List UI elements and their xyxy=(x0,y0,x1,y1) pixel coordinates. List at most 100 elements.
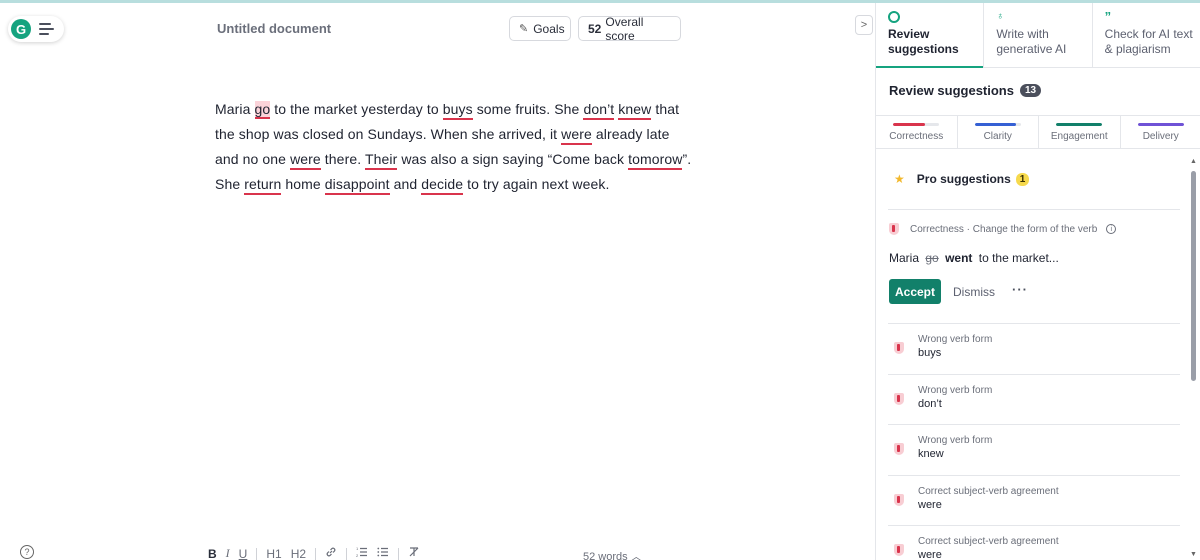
preview-removed: go xyxy=(925,251,939,265)
suggestion-item[interactable]: Correct subject-verb agreement were xyxy=(888,525,1180,560)
text-run: home xyxy=(281,176,325,192)
info-icon[interactable]: i xyxy=(1106,224,1117,234)
tab-ai-plagiarism[interactable]: ” Check for AI text & plagiarism xyxy=(1091,3,1200,67)
review-title: Review suggestions xyxy=(889,83,1014,98)
tab-label: Check for AI text & plagiarism xyxy=(1104,27,1193,56)
collapse-panel-button[interactable]: > xyxy=(855,15,873,35)
suggestion-type: Correct subject-verb agreement xyxy=(918,536,1059,547)
heading1-button[interactable]: H1 xyxy=(266,547,281,560)
category-label: Clarity xyxy=(983,131,1012,142)
menu-icon[interactable] xyxy=(39,22,55,36)
text-run: some fruits. She xyxy=(472,101,584,117)
bullet-list-icon xyxy=(377,547,389,557)
panel-tabs: Review suggestions ♁ Write with generati… xyxy=(876,3,1200,68)
review-suggestions-heading: Review suggestions 13 xyxy=(889,83,1042,98)
suggestion-type: Wrong verb form xyxy=(918,334,993,345)
suggestion-item[interactable]: Wrong verb form knew xyxy=(888,424,1180,474)
suggestion-card-header: Correctness · Change the form of the ver… xyxy=(889,223,1117,235)
text-run: to the market yesterday to xyxy=(270,101,443,117)
flagged-word[interactable]: knew xyxy=(618,101,652,120)
quote-icon: ” xyxy=(1104,9,1112,24)
pro-suggestions-header[interactable]: ★ Pro suggestions 1 xyxy=(894,172,1030,186)
goals-button[interactable]: ✎ Goals xyxy=(509,16,571,41)
suggestion-preview: Maria go went to the market... xyxy=(889,251,1059,265)
flagged-word[interactable]: return xyxy=(244,176,282,195)
tab-label: Review suggestions xyxy=(888,27,959,56)
flagged-word[interactable]: were xyxy=(561,126,592,145)
bullet-list-button[interactable] xyxy=(377,546,389,560)
category-delivery[interactable]: Delivery xyxy=(1119,116,1200,148)
correctness-shield-icon xyxy=(889,223,899,235)
more-options-button[interactable]: ··· xyxy=(1012,282,1028,297)
text-run: was also a sign saying “Come back xyxy=(397,151,629,167)
scroll-down-arrow-icon[interactable]: ▼ xyxy=(1190,551,1197,558)
format-toolbar: B I U H1 H2 12 xyxy=(208,546,420,560)
toolbar-divider xyxy=(398,547,400,560)
correctness-shield-icon xyxy=(894,493,904,506)
overall-score-button[interactable]: 52 Overall score xyxy=(578,15,681,43)
editor-content[interactable]: Maria go to the market yesterday to buys… xyxy=(215,97,695,197)
accept-button[interactable]: Accept xyxy=(889,279,941,304)
correctness-shield-icon xyxy=(894,544,904,556)
suggestion-type: Correct subject-verb agreement xyxy=(918,485,1059,497)
document-title[interactable]: Untitled document xyxy=(217,21,331,36)
tab-review-suggestions[interactable]: Review suggestions xyxy=(876,3,984,68)
category-label: Delivery xyxy=(1142,131,1179,142)
svg-text:2: 2 xyxy=(356,553,359,558)
category-engagement[interactable]: Engagement xyxy=(1038,116,1120,148)
flagged-word[interactable]: were xyxy=(290,151,321,170)
suggestion-item[interactable]: Correct subject-verb agreement were xyxy=(888,474,1180,525)
flagged-word[interactable]: Their xyxy=(364,151,398,170)
bold-button[interactable]: B xyxy=(208,547,217,560)
italic-button[interactable]: I xyxy=(226,546,230,560)
score-value: 52 xyxy=(588,21,602,36)
suggestion-item[interactable]: Wrong verb form don’t xyxy=(888,373,1180,424)
help-icon[interactable]: ? xyxy=(20,545,34,559)
active-flagged-word[interactable]: go xyxy=(254,101,271,119)
panel-scrollbar[interactable] xyxy=(1191,171,1196,381)
heading2-button[interactable]: H2 xyxy=(291,547,306,560)
goals-icon: ✎ xyxy=(519,23,529,35)
suggestion-type: Wrong verb form xyxy=(918,384,993,396)
underline-button[interactable]: U xyxy=(239,547,248,560)
flagged-word[interactable]: disappoint xyxy=(324,176,390,195)
grammarly-icon xyxy=(888,11,900,23)
preview-before: Maria xyxy=(889,251,920,265)
category-correctness[interactable]: Correctness xyxy=(876,116,957,148)
scroll-up-arrow-icon[interactable]: ▲ xyxy=(1190,158,1197,165)
flagged-word[interactable]: buys xyxy=(442,101,473,120)
word-count-label: 52 words xyxy=(583,551,628,560)
category-filters: Correctness Clarity Engagement Delivery xyxy=(876,115,1200,149)
suggestion-word: were xyxy=(918,498,942,511)
flagged-word[interactable]: decide xyxy=(421,176,464,195)
text-run: and xyxy=(389,176,422,192)
correctness-shield-icon xyxy=(894,342,904,354)
text-run: Maria xyxy=(215,101,255,117)
flagged-word[interactable]: tomorow xyxy=(628,151,683,170)
link-button[interactable] xyxy=(325,546,337,560)
category-label: Engagement xyxy=(1050,131,1108,142)
correctness-shield-icon xyxy=(894,392,904,405)
chevron-right-icon: > xyxy=(860,19,868,31)
text-run: there. xyxy=(320,151,365,167)
grammarly-logo-icon[interactable]: G xyxy=(11,19,31,39)
suggestions-panel: Review suggestions ♁ Write with generati… xyxy=(875,3,1200,560)
flagged-word[interactable]: don’t xyxy=(583,101,615,120)
clear-format-button[interactable] xyxy=(408,546,420,560)
card-category: Correctness · Change the form of the ver… xyxy=(910,223,1098,235)
ordered-list-icon: 12 xyxy=(356,546,368,558)
bulb-icon: ♁ xyxy=(996,11,1004,22)
toolbar-divider xyxy=(346,547,348,560)
svg-text:1: 1 xyxy=(356,546,359,551)
grammarly-menu-pill[interactable]: G xyxy=(8,16,64,42)
category-progress-bar xyxy=(893,123,940,126)
correctness-shield-icon xyxy=(894,443,904,455)
ordered-list-button[interactable]: 12 xyxy=(356,546,368,560)
suggestion-word: don’t xyxy=(918,397,942,410)
word-count[interactable]: 52 words ︿ xyxy=(583,548,642,560)
category-clarity[interactable]: Clarity xyxy=(956,116,1039,148)
tab-generative-ai[interactable]: ♁ Write with generative AI xyxy=(983,3,1091,67)
suggestion-item[interactable]: Wrong verb form buys xyxy=(888,323,1180,373)
pro-count-badge: 1 xyxy=(1015,172,1030,186)
dismiss-button[interactable]: Dismiss xyxy=(953,285,995,299)
